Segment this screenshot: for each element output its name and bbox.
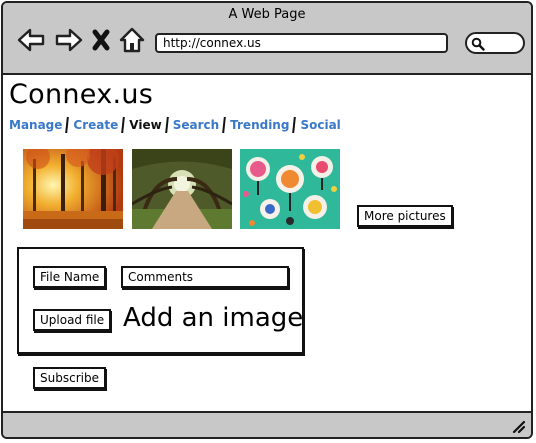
address-bar[interactable]: http://connex.us	[155, 33, 448, 53]
tree-tunnel-road-image[interactable]	[132, 149, 232, 229]
browser-window: A Web Page http://connex.us Connex.us Ma…	[1, 1, 533, 439]
subscribe-button[interactable]: Subscribe	[33, 367, 106, 389]
illustrated-trees-pattern-image[interactable]	[240, 149, 340, 229]
tab-search[interactable]: Search	[173, 118, 219, 132]
tab-separator	[65, 117, 70, 133]
tab-create[interactable]: Create	[73, 118, 118, 132]
window-title: A Web Page	[228, 7, 306, 22]
close-icon[interactable]	[91, 27, 111, 53]
tab-separator	[121, 117, 126, 133]
more-pictures-button[interactable]: More pictures	[357, 205, 453, 227]
home-icon[interactable]	[119, 27, 145, 53]
tab-trending[interactable]: Trending	[230, 118, 289, 132]
status-bar	[3, 411, 531, 437]
site-title: Connex.us	[9, 79, 154, 110]
upload-panel	[17, 247, 304, 354]
add-image-heading: Add an image	[123, 303, 304, 333]
forward-arrow-icon[interactable]	[55, 27, 83, 53]
tab-separator	[164, 117, 169, 133]
browser-search-box[interactable]	[465, 32, 525, 54]
page-content: Connex.us Manage Create View Search Tren…	[3, 75, 531, 411]
upload-file-button[interactable]: Upload file	[33, 309, 112, 331]
tab-view[interactable]: View	[129, 118, 161, 132]
comments-field[interactable]: Comments	[121, 266, 289, 288]
tab-separator	[222, 117, 226, 133]
browser-chrome: A Web Page http://connex.us	[3, 3, 531, 75]
search-icon	[471, 37, 485, 51]
autumn-forest-image[interactable]	[23, 149, 123, 229]
nav-tabs: Manage Create View Search Trending Socia…	[9, 117, 341, 133]
tab-social[interactable]: Social	[300, 118, 340, 132]
tab-manage[interactable]: Manage	[9, 118, 62, 132]
file-name-button[interactable]: File Name	[33, 266, 107, 288]
tab-separator	[292, 117, 297, 133]
back-arrow-icon[interactable]	[17, 27, 45, 53]
resize-grip-icon[interactable]	[511, 419, 525, 433]
